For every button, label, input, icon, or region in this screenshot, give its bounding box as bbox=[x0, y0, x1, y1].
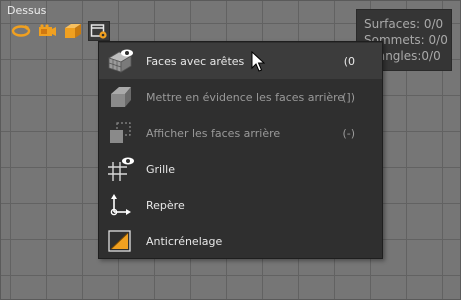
menu-item-label: Faces avec arêtes bbox=[146, 54, 245, 68]
cube-button[interactable] bbox=[62, 21, 84, 41]
menu-item-highlight-back-faces[interactable]: Mettre en évidence les faces arrière (]) bbox=[99, 79, 382, 115]
faces-edges-icon bbox=[103, 46, 137, 76]
view-options-icon bbox=[90, 24, 107, 39]
view-label: Dessus bbox=[7, 4, 47, 17]
view-options-button[interactable] bbox=[88, 21, 110, 41]
orbit-icon bbox=[11, 25, 31, 37]
antialiasing-icon bbox=[103, 226, 137, 256]
viewport-toolbar bbox=[10, 21, 110, 41]
viewport-top[interactable]: Dessus Surfaces: 0/0 Sommets: 0/0 Triang… bbox=[0, 0, 461, 300]
menu-item-label: Grille bbox=[146, 162, 175, 176]
menu-item-show-back-faces[interactable]: Afficher les faces arrière (-) bbox=[99, 115, 382, 151]
menu-item-shortcut: (0 bbox=[343, 54, 355, 68]
menu-item-label: Mettre en évidence les faces arrière bbox=[146, 90, 345, 104]
menu-item-shortcut: (]) bbox=[342, 90, 355, 104]
menu-item-label: Afficher les faces arrière bbox=[146, 126, 281, 140]
camera-icon bbox=[39, 24, 56, 36]
menu-item-shortcut: (-) bbox=[342, 126, 355, 140]
menu-item-label: Anticrénelage bbox=[146, 234, 223, 248]
axes-icon bbox=[103, 190, 137, 220]
cube-icon bbox=[65, 24, 81, 38]
show-back-faces-icon bbox=[103, 118, 137, 148]
grid-icon bbox=[103, 154, 137, 184]
highlight-back-faces-icon bbox=[103, 82, 137, 112]
mouse-cursor-icon bbox=[251, 51, 265, 72]
camera-button[interactable] bbox=[36, 21, 58, 41]
menu-item-faces-edges[interactable]: Faces avec arêtes (0 bbox=[99, 43, 382, 79]
surfaces-count: Surfaces: 0/0 bbox=[364, 17, 444, 31]
menu-item-antialiasing[interactable]: Anticrénelage bbox=[99, 223, 382, 259]
menu-item-label: Repère bbox=[146, 198, 185, 212]
orbit-button[interactable] bbox=[10, 21, 32, 41]
view-options-menu: Faces avec arêtes (0 Mettre en évidence … bbox=[98, 41, 383, 259]
menu-item-axes[interactable]: Repère bbox=[99, 187, 382, 223]
menu-item-grid[interactable]: Grille bbox=[99, 151, 382, 187]
